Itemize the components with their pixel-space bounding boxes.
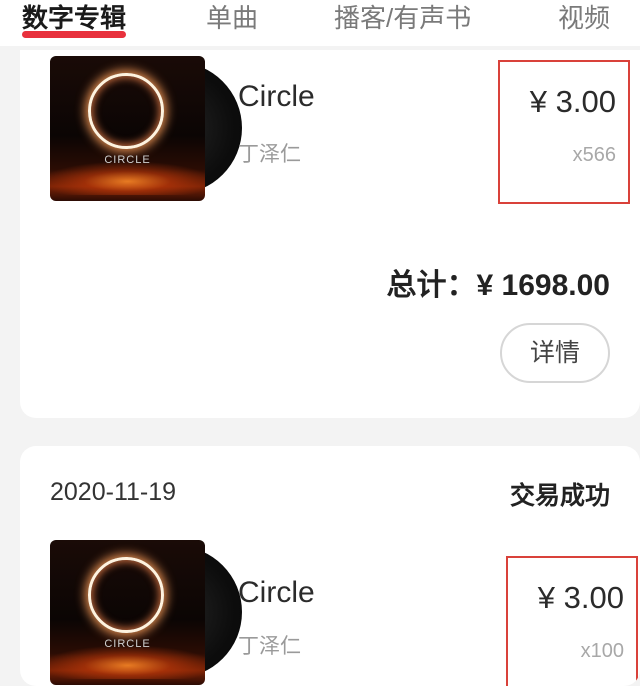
quantity: x566 [572,144,616,166]
tab-label: 视频 [558,3,611,33]
order-total: 总计：¥ 1698.00 [386,269,610,302]
album-cover[interactable]: CIRCLE [50,56,242,201]
album-cover[interactable]: CIRCLE [50,540,242,685]
price-highlight-box: ¥ 3.00 x100 [506,556,638,686]
order-card: 2020-11-19 交易成功 CIRCLE Circle 丁泽仁 ¥ 3.00… [20,446,640,686]
unit-price: ¥ 3.00 [537,580,624,615]
quantity: x100 [580,640,624,662]
price-highlight-box: ¥ 3.00 x566 [498,60,630,204]
tab-bar: 数字专辑 单曲 播客/有声书 视频 [0,0,640,46]
order-date: 2020-11-19 [50,478,177,506]
album-artwork: CIRCLE [50,56,205,201]
unit-price: ¥ 3.00 [529,84,616,119]
cover-title: CIRCLE [104,638,151,650]
flame-graphic [50,645,205,679]
tab-label: 单曲 [206,3,259,33]
cover-title: CIRCLE [104,154,151,166]
tab-singles[interactable]: 单曲 [206,0,258,38]
artist-name: 丁泽仁 [238,635,301,658]
flame-graphic [50,161,205,195]
tab-videos[interactable]: 视频 [558,0,610,38]
details-button[interactable]: 详情 [500,323,610,383]
glowing-ring-graphic [88,73,164,149]
glowing-ring-graphic [88,557,164,633]
tab-digital-albums[interactable]: 数字专辑 [22,0,127,38]
tab-podcasts-audiobooks[interactable]: 播客/有声书 [334,0,471,38]
order-card: CIRCLE Circle 丁泽仁 ¥ 3.00 x566 总计：¥ 1698.… [20,50,640,418]
order-status: 交易成功 [509,482,610,510]
tab-label: 数字专辑 [22,3,127,33]
song-title: Circle [238,80,315,113]
song-title: Circle [238,576,315,609]
tab-label: 播客/有声书 [334,3,472,33]
album-artwork: CIRCLE [50,540,205,685]
artist-name: 丁泽仁 [238,143,301,166]
